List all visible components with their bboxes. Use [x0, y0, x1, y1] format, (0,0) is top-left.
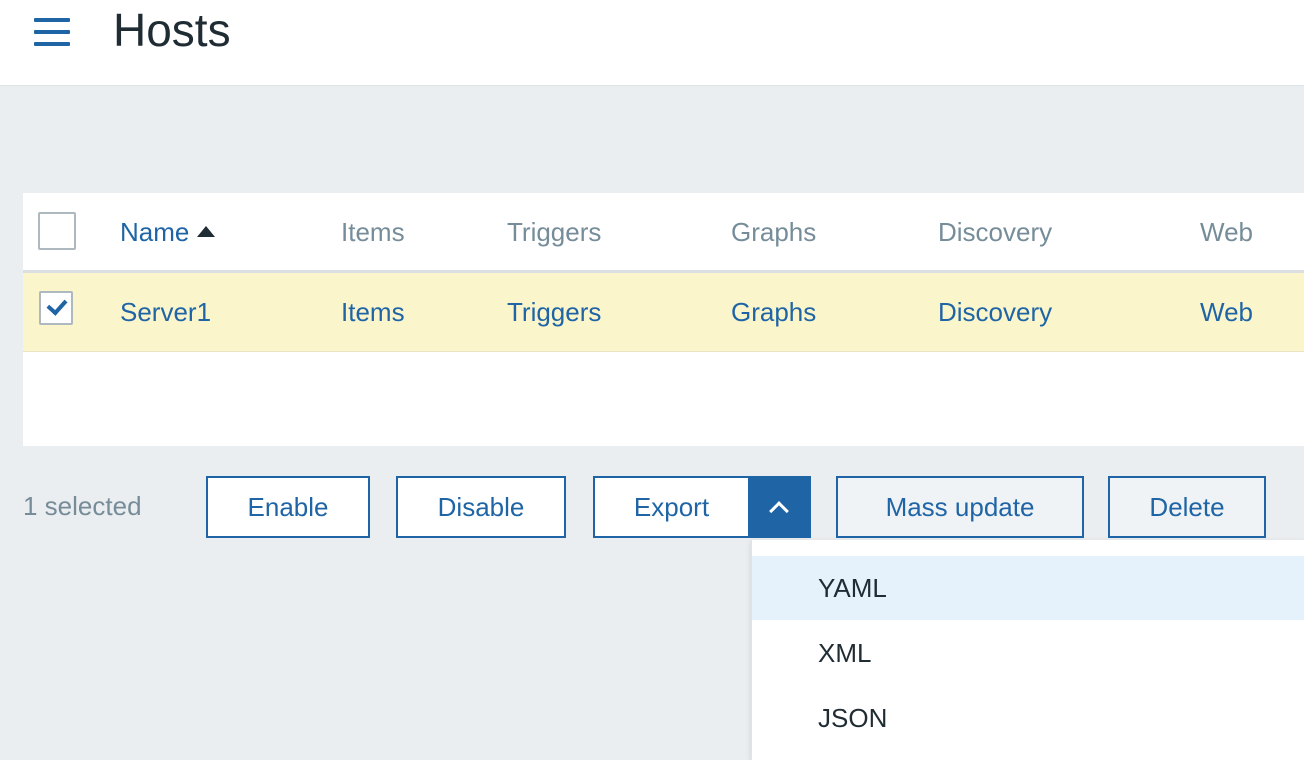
menu-icon-bar — [34, 30, 70, 34]
sort-ascending-icon — [197, 225, 216, 237]
page-header: Hosts — [0, 0, 1304, 86]
menu-item-yaml[interactable]: YAML — [752, 556, 1304, 620]
menu-icon-bar — [34, 42, 70, 46]
selected-count: 1 selected — [23, 491, 142, 521]
web-link[interactable]: Web — [1200, 297, 1253, 327]
delete-button[interactable]: Delete — [1108, 476, 1266, 538]
column-header-web: Web — [1200, 217, 1253, 247]
column-header-items: Items — [341, 217, 405, 247]
menu-icon-bar — [34, 18, 70, 22]
enable-button[interactable]: Enable — [206, 476, 370, 538]
chevron-up-icon — [769, 501, 789, 521]
disable-button[interactable]: Disable — [396, 476, 566, 538]
row-checkbox[interactable] — [39, 291, 73, 325]
table-row: Server1 Items Triggers Graphs Discovery … — [23, 273, 1304, 352]
host-name-link[interactable]: Server1 — [120, 297, 211, 327]
graphs-link[interactable]: Graphs — [731, 297, 816, 327]
mass-update-button[interactable]: Mass update — [836, 476, 1084, 538]
export-dropdown-toggle[interactable] — [748, 476, 811, 538]
hosts-table: Name Items Triggers Graphs Discovery Web… — [23, 193, 1304, 446]
export-format-menu: YAML XML JSON — [751, 540, 1304, 760]
column-header-graphs: Graphs — [731, 217, 817, 247]
discovery-link[interactable]: Discovery — [938, 297, 1052, 327]
export-button[interactable]: Export — [593, 476, 750, 538]
page-title: Hosts — [113, 4, 231, 56]
column-header-triggers: Triggers — [507, 217, 602, 247]
triggers-link[interactable]: Triggers — [507, 297, 601, 327]
table-header-row: Name Items Triggers Graphs Discovery Web — [23, 193, 1304, 273]
items-link[interactable]: Items — [341, 297, 405, 327]
menu-item-json[interactable]: JSON — [752, 686, 1304, 750]
column-header-name[interactable]: Name — [120, 217, 216, 247]
checkmark-icon — [46, 294, 68, 316]
column-header-discovery: Discovery — [938, 217, 1053, 247]
hamburger-menu-icon[interactable] — [34, 18, 70, 48]
column-header-name-label: Name — [120, 217, 190, 247]
menu-item-xml[interactable]: XML — [752, 621, 1304, 685]
select-all-checkbox[interactable] — [38, 212, 76, 250]
